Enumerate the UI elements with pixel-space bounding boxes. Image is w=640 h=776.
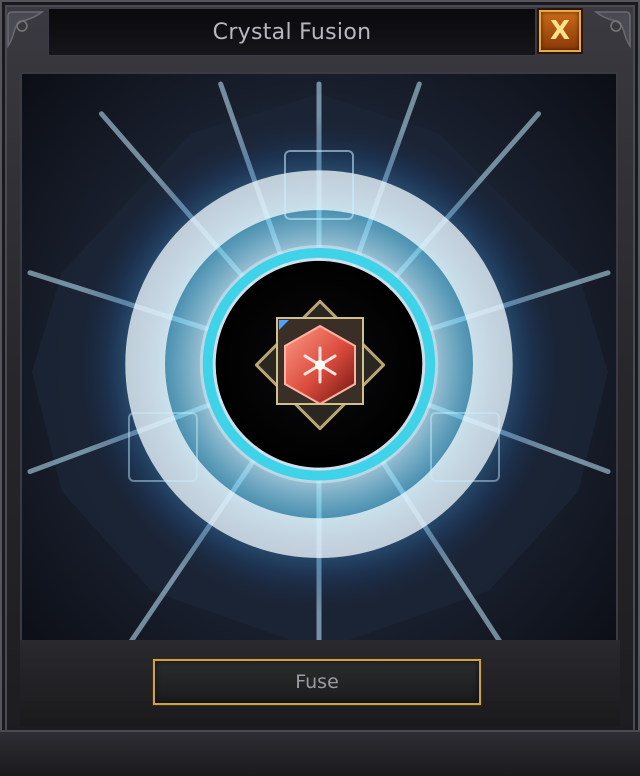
material-slot-top[interactable]: [284, 150, 354, 220]
window-title: Crystal Fusion: [212, 19, 372, 45]
material-slot-right[interactable]: [430, 412, 500, 482]
close-icon: X: [549, 16, 571, 46]
corner-ornament-left-icon: [4, 8, 46, 50]
center-crystal-slot[interactable]: [254, 299, 386, 431]
corner-ornament-right-icon: [592, 8, 634, 50]
material-slot-left[interactable]: [128, 412, 198, 482]
close-button[interactable]: X: [539, 10, 581, 52]
title-bar: Crystal Fusion: [48, 8, 536, 56]
fuse-label: Fuse: [295, 671, 339, 693]
window-footer: [0, 730, 640, 776]
fuse-button[interactable]: Fuse: [153, 659, 481, 705]
